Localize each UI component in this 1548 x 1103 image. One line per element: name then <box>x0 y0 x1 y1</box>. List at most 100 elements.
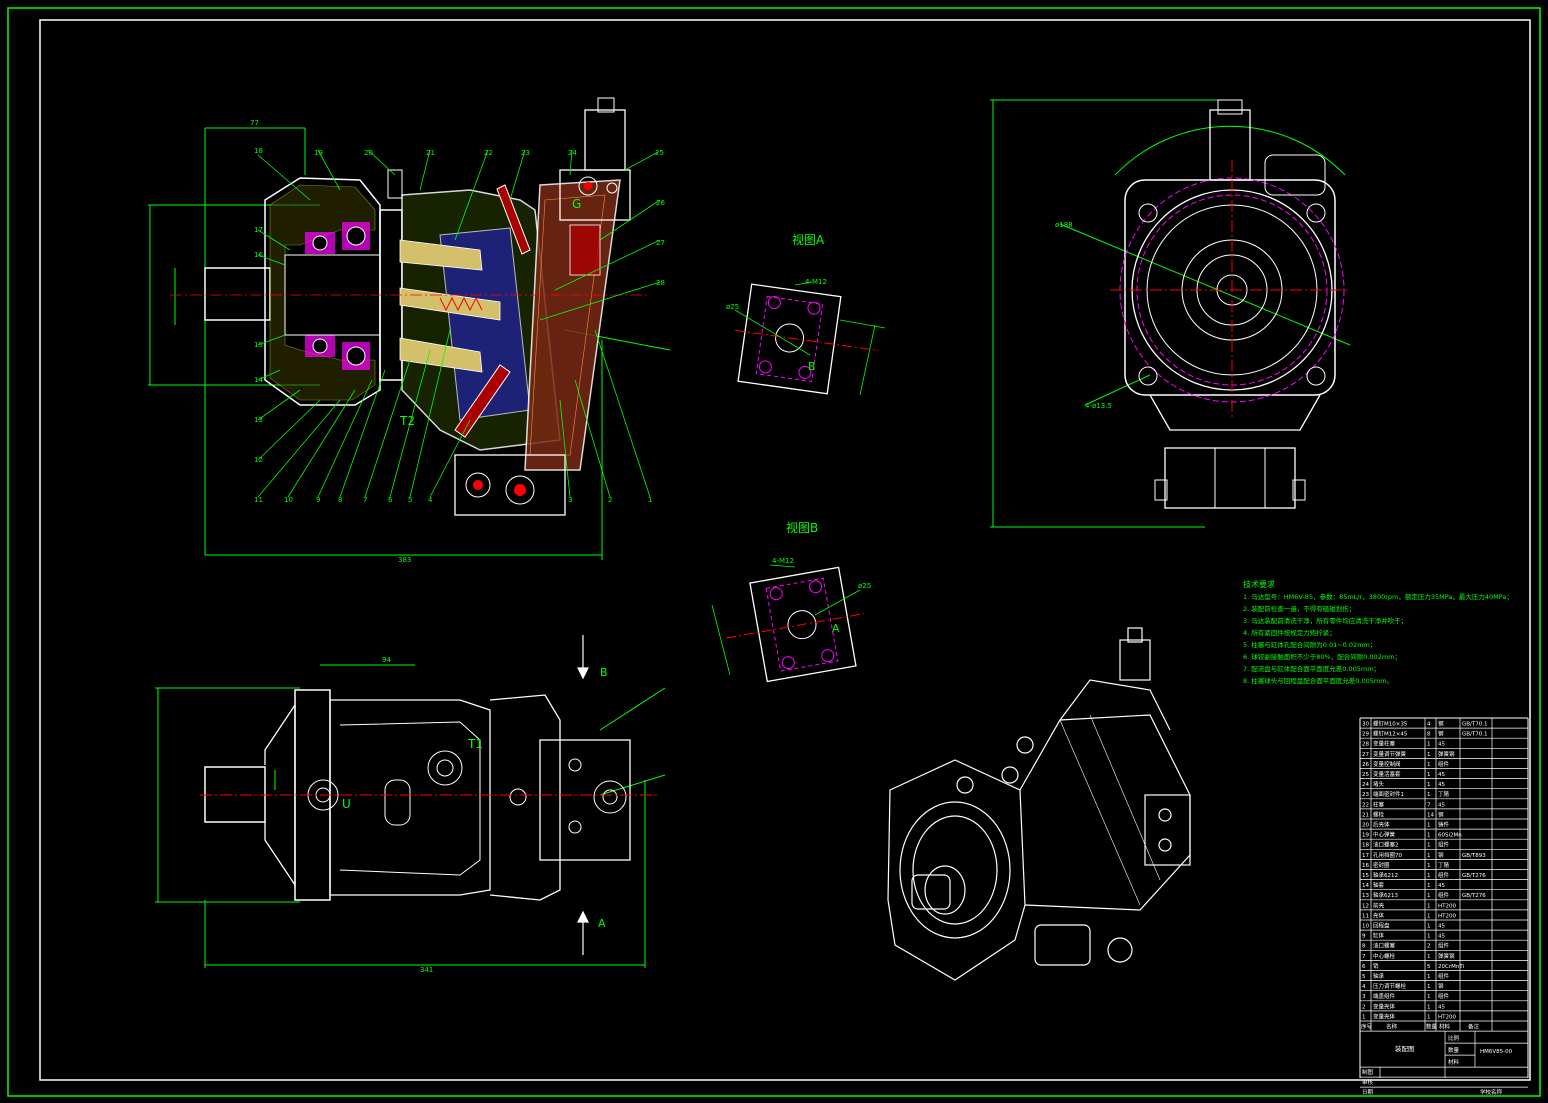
bom-item-qty: 5 <box>1427 964 1431 970</box>
view-b-title: 视图B <box>786 520 818 535</box>
bom-item-note: GB/T276 <box>1462 873 1486 879</box>
port-label-g: G <box>572 197 581 211</box>
school-name: 学校名称 <box>1480 1088 1503 1096</box>
bom-item-name: 变量控制阀 <box>1373 760 1401 768</box>
port-label-t1: T1 <box>467 737 483 751</box>
bom-item-number: 15 <box>1362 873 1369 879</box>
bom-item-name: 柱塞 <box>1373 800 1385 808</box>
bom-item-qty: 14 <box>1427 812 1434 818</box>
bom-item-number: 9 <box>1362 934 1366 940</box>
bom-item-qty: 1 <box>1427 1004 1431 1010</box>
bom-item-number: 30 <box>1362 722 1369 728</box>
port-label-t2: T2 <box>399 414 415 428</box>
part-num-22: 22 <box>484 149 493 157</box>
bom-item-material: HT200 <box>1438 903 1456 909</box>
bom-item-qty: 4 <box>1427 722 1431 728</box>
part-num-16: 16 <box>254 251 263 259</box>
bom-item-material: 弹簧钢 <box>1438 952 1455 960</box>
bom-item-name: 中心螺栓 <box>1373 952 1396 960</box>
bom-item-qty: 1 <box>1427 833 1431 839</box>
bom-header-note: 备注 <box>1468 1023 1480 1031</box>
bom-item-material: 60Si2Mn <box>1438 833 1462 839</box>
bom-item-qty: 2 <box>1427 944 1431 950</box>
bom-item-name: 后壳体 <box>1373 821 1390 829</box>
bom-item-note: GB/T893 <box>1462 853 1486 859</box>
bom-item-qty: 1 <box>1427 924 1431 930</box>
bom-item-name: 轴承 <box>1373 972 1385 980</box>
bom-item-material: 组件 <box>1438 760 1450 768</box>
bom-item-note: GB/T70.1 <box>1462 732 1488 738</box>
bom-item-number: 4 <box>1362 984 1366 990</box>
bom-item-material: 丁腈 <box>1438 790 1450 798</box>
bom-header-material: 材料 <box>1439 1023 1451 1031</box>
bom-item-number: 10 <box>1362 924 1369 930</box>
part-num-21: 21 <box>426 149 435 157</box>
view-b-bore-callout: ø25 <box>858 582 871 590</box>
dim-bottom-length: 341 <box>420 966 433 974</box>
bom-item-material: 钢 <box>1438 982 1444 990</box>
bom-item-number: 13 <box>1362 893 1369 899</box>
bom-item-material: 钢 <box>1438 810 1444 818</box>
bom-item-number: 24 <box>1362 782 1369 788</box>
bom-item-material: HT200 <box>1438 1014 1456 1020</box>
bom-item-material: 组件 <box>1438 942 1450 950</box>
bom-item-number: 25 <box>1362 772 1369 778</box>
port-label-b-view: B <box>808 360 816 373</box>
bom-item-qty: 1 <box>1427 1014 1431 1020</box>
bom-item-number: 3 <box>1362 994 1366 1000</box>
bom-item-name: 孔用挡圈70 <box>1373 851 1402 859</box>
part-num-27: 27 <box>656 239 665 247</box>
bom-item-number: 1 <box>1362 1014 1366 1020</box>
bom-item-name: 销 <box>1373 962 1379 970</box>
tech-note-line: 7. 配流盘与缸体配合面平面度允差0.005mm； <box>1243 664 1380 673</box>
bom-item-qty: 1 <box>1427 792 1431 798</box>
port-label-u: U <box>342 797 351 811</box>
bom-item-name: 缸体 <box>1373 932 1385 940</box>
part-num-28: 28 <box>656 279 665 287</box>
bom-item-material: 丁腈 <box>1438 861 1450 869</box>
bom-item-qty: 1 <box>1427 893 1431 899</box>
bom-item-number: 27 <box>1362 752 1369 758</box>
part-num-19: 19 <box>314 149 323 157</box>
bom-item-qty: 1 <box>1427 954 1431 960</box>
designer-label: 制图 <box>1362 1068 1374 1076</box>
bom-item-number: 22 <box>1362 802 1369 808</box>
port-label-b: B <box>600 666 608 679</box>
bom-item-qty: 1 <box>1427 823 1431 829</box>
part-num-9: 9 <box>316 496 320 504</box>
bom-item-number: 18 <box>1362 843 1369 849</box>
bom-item-qty: 7 <box>1427 802 1431 808</box>
bom-item-number: 6 <box>1362 964 1366 970</box>
bom-item-material: 组件 <box>1438 841 1450 849</box>
part-num-7: 7 <box>363 496 367 504</box>
tech-note-line: 4. 所有紧固件按规定力矩拧紧； <box>1243 628 1336 637</box>
bom-item-number: 2 <box>1362 1004 1366 1010</box>
bom-item-name: 螺栓 <box>1373 810 1385 818</box>
part-num-25: 25 <box>655 149 664 157</box>
part-num-23: 23 <box>521 149 530 157</box>
drawing-code: HM6V85-00 <box>1480 1049 1513 1055</box>
pitch-circle-callout: ø188 <box>1055 221 1073 229</box>
checker-label: 审核 <box>1362 1078 1374 1086</box>
drawing-title: 装配图 <box>1395 1044 1415 1053</box>
bom-item-qty: 1 <box>1427 772 1431 778</box>
bom-item-material: 组件 <box>1438 891 1450 899</box>
mount-holes-callout: 4-ø13.5 <box>1085 402 1112 410</box>
bom-item-name: 压力调节螺栓 <box>1373 982 1407 990</box>
bom-item-name: 变量柱塞 <box>1373 740 1396 748</box>
bom-item-number: 5 <box>1362 974 1366 980</box>
bom-item-name: 螺钉M10×35 <box>1373 720 1408 728</box>
bom-item-number: 16 <box>1362 863 1369 869</box>
part-num-18: 18 <box>254 147 263 155</box>
bom-header-name: 名称 <box>1386 1023 1398 1031</box>
bom-item-material: 45 <box>1438 802 1445 808</box>
part-num-15: 15 <box>254 341 263 349</box>
bom-item-material: 45 <box>1438 782 1445 788</box>
bom-item-material: 铸件 <box>1438 821 1450 829</box>
bom-item-number: 23 <box>1362 792 1369 798</box>
bom-item-name: 端面密封件1 <box>1373 790 1404 798</box>
part-num-14: 14 <box>254 376 263 384</box>
tech-notes-title: 技术要求 <box>1243 579 1275 589</box>
bom-item-qty: 1 <box>1427 843 1431 849</box>
bom-item-material: 20CrMnTi <box>1438 964 1465 970</box>
